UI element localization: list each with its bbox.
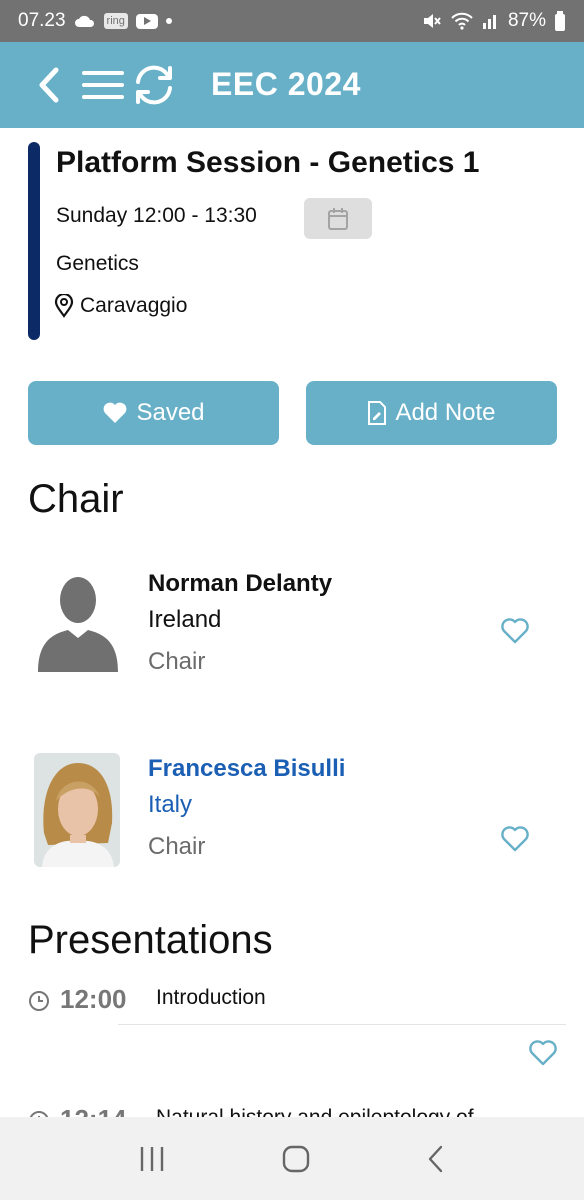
battery-percent: 87%	[507, 10, 546, 31]
more-notifications-dot	[165, 18, 172, 24]
status-time: 07.23	[18, 10, 66, 31]
person-silhouette-icon	[38, 577, 118, 672]
favorite-heart-icon[interactable]	[500, 826, 530, 852]
menu-icon[interactable]	[82, 68, 124, 102]
location-pin-icon	[54, 294, 74, 318]
add-to-calendar-button[interactable]	[304, 198, 372, 239]
chair-name[interactable]: Francesca Bisulli	[148, 755, 345, 783]
chair-card[interactable]: Francesca Bisulli Italy Chair	[28, 753, 558, 873]
chair-country: Italy	[148, 791, 193, 818]
session-header: Platform Session - Genetics 1 Sunday 12:…	[28, 142, 568, 340]
back-icon[interactable]	[36, 66, 62, 104]
favorite-heart-icon[interactable]	[500, 618, 530, 644]
heart-filled-icon	[104, 402, 127, 423]
session-time: Sunday 12:00 - 13:30	[56, 204, 257, 227]
status-left: 07.23 ring	[18, 10, 172, 32]
app-title: EEC 2024	[211, 66, 361, 102]
clock-icon	[29, 991, 49, 1011]
battery-icon	[555, 11, 565, 31]
chair-role: Chair	[148, 648, 206, 675]
cloud-icon	[74, 15, 94, 27]
chair-heading: Chair	[28, 477, 124, 521]
add-note-button-label: Add Note	[395, 399, 496, 426]
chair-role: Chair	[148, 833, 206, 860]
home-icon[interactable]	[281, 1144, 311, 1174]
mute-icon	[423, 14, 441, 28]
divider	[118, 1024, 566, 1025]
ring-notification-icon: ring	[103, 13, 128, 29]
chair-name: Norman Delanty	[148, 570, 333, 597]
refresh-icon[interactable]	[132, 64, 176, 106]
saved-button-label: Saved	[136, 399, 205, 426]
saved-button[interactable]: Saved	[28, 381, 279, 445]
nav-back-icon[interactable]	[425, 1144, 447, 1174]
youtube-icon	[135, 13, 158, 29]
presentation-row[interactable]: 12:00 Introduction	[28, 984, 568, 1020]
session-color-bar	[28, 142, 40, 340]
presentation-title: Introduction	[156, 986, 266, 1009]
system-nav-bar	[0, 1117, 584, 1200]
avatar-photo	[34, 753, 120, 867]
add-note-button[interactable]: Add Note	[306, 381, 557, 445]
app-bar: EEC 2024	[0, 42, 584, 128]
note-icon	[368, 401, 387, 425]
session-location: Caravaggio	[54, 294, 187, 318]
calendar-icon	[328, 207, 348, 230]
session-track: Genetics	[56, 252, 139, 275]
recent-apps-icon[interactable]	[137, 1145, 167, 1173]
presentation-time: 12:00	[60, 984, 127, 1014]
chair-card[interactable]: Norman Delanty Ireland Chair	[28, 568, 558, 688]
presentations-heading: Presentations	[28, 918, 273, 962]
signal-icon	[482, 15, 496, 29]
wifi-icon	[451, 12, 473, 30]
favorite-heart-icon[interactable]	[528, 1040, 558, 1066]
status-bar: 07.23 ring 87%	[0, 0, 584, 42]
session-title: Platform Session - Genetics 1	[56, 146, 480, 179]
chair-country: Ireland	[148, 606, 222, 633]
session-location-label: Caravaggio	[80, 294, 188, 317]
avatar-placeholder	[34, 568, 122, 686]
portrait-photo	[34, 753, 120, 867]
status-right: 87%	[422, 10, 566, 32]
